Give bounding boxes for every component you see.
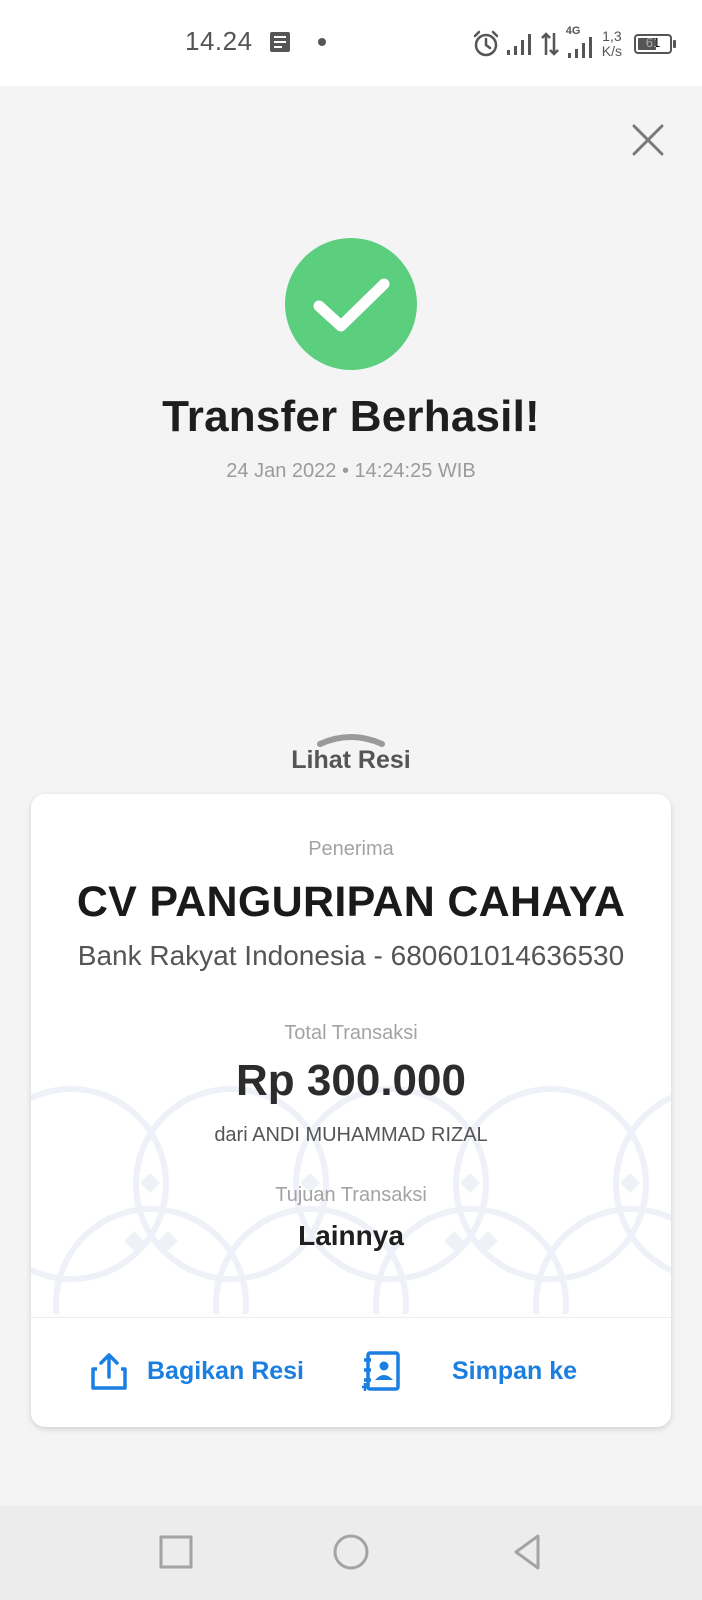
share-icon (91, 1353, 127, 1390)
card-divider (31, 1317, 671, 1318)
page-title: Transfer Berhasil! (162, 392, 540, 441)
total-label: Total Transaksi (284, 1022, 418, 1044)
close-icon[interactable] (626, 118, 670, 162)
check-circle-icon (285, 238, 417, 370)
receipt-card: Penerima CV PANGURIPAN CAHAYA Bank Rakya… (31, 794, 671, 1427)
recipient-name: CV PANGURIPAN CAHAYA (76, 878, 626, 926)
transaction-timestamp: 24 Jan 2022 • 14:24:25 WIB (226, 460, 476, 482)
sender-name: dari ANDI MUHAMMAD RIZAL (214, 1124, 488, 1146)
system-nav-bar (0, 1506, 702, 1600)
recipient-bank-account: Bank Rakyat Indonesia - 680601014636530 (77, 940, 625, 971)
network-speed: 1,3 K/s (602, 29, 622, 59)
status-icons: 4G 1,3 K/s 61 (472, 24, 676, 64)
speed-unit: K/s (601, 43, 622, 59)
battery-icon: 61 (634, 34, 676, 54)
status-bar: 14.24 4G 1,3 K/s 61 (0, 0, 702, 86)
status-time: 14.24 (185, 26, 253, 56)
signal-icon (506, 34, 531, 55)
recents-icon[interactable] (156, 1532, 196, 1572)
purpose-label: Tujuan Transaksi (275, 1184, 427, 1206)
contact-save-icon (362, 1351, 400, 1391)
share-receipt-label: Bagikan Resi (147, 1356, 305, 1385)
purpose-value: Lainnya (298, 1220, 404, 1251)
home-icon[interactable] (331, 1532, 371, 1572)
recipient-label: Penerima (308, 838, 394, 860)
alarm-icon (473, 30, 499, 57)
signal-4g-icon: 4G (566, 25, 596, 59)
save-to-label: Simpan ke (452, 1356, 578, 1385)
speed-value: 1,3 (602, 28, 622, 44)
battery-level: 61 (645, 35, 661, 50)
back-icon[interactable] (508, 1532, 548, 1572)
notes-icon (270, 32, 290, 52)
view-receipt-toggle[interactable]: Lihat Resi (0, 746, 702, 775)
save-to-button[interactable]: Simpan ke (362, 1346, 577, 1396)
notification-dot (318, 38, 326, 46)
share-receipt-button[interactable]: Bagikan Resi (89, 1346, 304, 1396)
chevron-up-icon[interactable] (316, 726, 386, 748)
total-amount: Rp 300.000 (236, 1056, 466, 1105)
data-transfer-icon (540, 32, 559, 56)
